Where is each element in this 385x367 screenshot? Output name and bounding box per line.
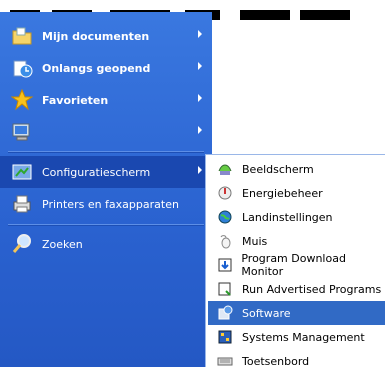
submenu-arrow-icon <box>198 126 202 134</box>
submenu-item-label: Energiebeheer <box>242 186 323 200</box>
control-panel-icon <box>10 160 34 184</box>
submenu-item-mouse[interactable]: Muis <box>208 229 385 253</box>
submenu-item-software[interactable]: Software <box>208 301 385 325</box>
submenu-item-program-download-monitor[interactable]: Program Download Monitor <box>208 252 385 278</box>
submenu-item-label: Run Advertised Programs <box>242 282 382 296</box>
menu-item-control-panel[interactable]: Configuratiescherm <box>0 156 212 188</box>
submenu-item-label: Muis <box>242 234 268 248</box>
start-menu-panel: Mijn documenten Onlangs geopend Favoriet… <box>0 12 212 367</box>
keyboard-icon <box>216 352 234 367</box>
menu-item-search[interactable]: Zoeken <box>0 228 212 260</box>
submenu-item-power-options[interactable]: Energiebeheer <box>208 181 385 205</box>
download-monitor-icon <box>216 256 233 274</box>
submenu-item-display[interactable]: Beeldscherm <box>208 157 385 181</box>
menu-item-label: Zoeken <box>42 237 83 251</box>
submenu-item-label: Toetsenbord <box>242 354 310 367</box>
software-icon <box>216 304 234 322</box>
recent-documents-icon <box>10 56 34 80</box>
run-programs-icon <box>216 280 234 298</box>
menu-item-label: Favorieten <box>42 93 109 107</box>
control-panel-submenu: Beeldscherm Energiebeheer Landinstelling… <box>205 154 385 367</box>
star-favorites-icon <box>10 88 34 112</box>
submenu-item-regional-settings[interactable]: Landinstellingen <box>208 205 385 229</box>
menu-item-printers-faxes[interactable]: Printers en faxapparaten <box>0 188 212 220</box>
globe-icon <box>216 208 234 226</box>
menu-separator <box>8 151 204 153</box>
menu-item-my-computer[interactable] <box>0 116 212 148</box>
submenu-item-label: Software <box>242 306 291 320</box>
submenu-item-systems-management[interactable]: Systems Management <box>208 325 385 349</box>
menu-item-label: Mijn documenten <box>42 29 150 43</box>
power-options-icon <box>216 184 234 202</box>
submenu-arrow-icon <box>198 166 202 174</box>
submenu-item-keyboard[interactable]: Toetsenbord <box>208 349 385 367</box>
submenu-arrow-icon <box>198 94 202 102</box>
submenu-item-label: Landinstellingen <box>242 210 333 224</box>
search-icon <box>10 232 34 256</box>
submenu-item-run-advertised-programs[interactable]: Run Advertised Programs <box>208 277 385 301</box>
menu-item-recent-documents[interactable]: Onlangs geopend <box>0 52 212 84</box>
mouse-icon <box>216 232 234 250</box>
menu-item-label: Printers en faxapparaten <box>42 197 179 211</box>
menu-item-label: Configuratiescherm <box>42 165 151 179</box>
submenu-item-label: Systems Management <box>242 330 365 344</box>
computer-icon <box>10 120 34 144</box>
submenu-item-label: Program Download Monitor <box>241 252 346 278</box>
submenu-arrow-icon <box>198 30 202 38</box>
menu-separator <box>8 224 204 226</box>
display-icon <box>216 160 234 178</box>
printer-icon <box>10 192 34 216</box>
menu-item-label: Onlangs geopend <box>42 61 151 75</box>
submenu-item-label: Beeldscherm <box>242 162 314 176</box>
menu-item-favorites[interactable]: Favorieten <box>0 84 212 116</box>
folder-documents-icon <box>10 24 34 48</box>
background-fragment <box>240 10 290 20</box>
submenu-arrow-icon <box>198 62 202 70</box>
systems-management-icon <box>216 328 234 346</box>
menu-item-my-documents[interactable]: Mijn documenten <box>0 20 212 52</box>
background-fragment <box>300 10 350 20</box>
